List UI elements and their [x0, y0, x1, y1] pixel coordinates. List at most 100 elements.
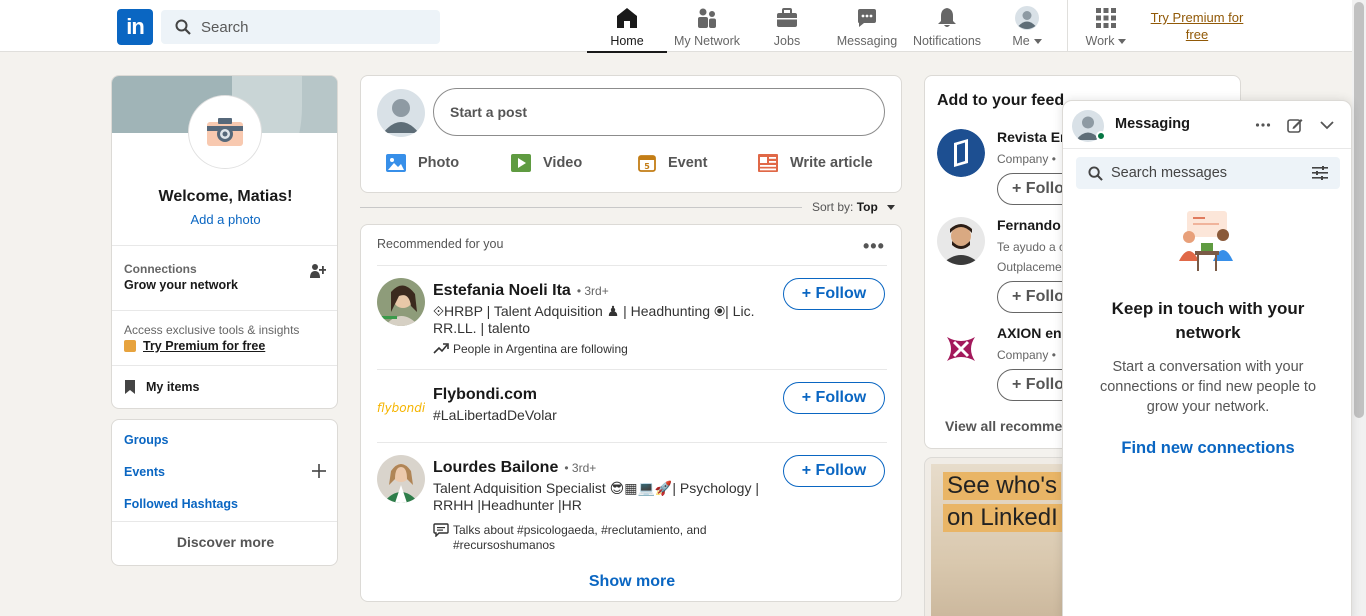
nav-work[interactable]: Work — [1068, 0, 1144, 52]
view-all-recommendations-link[interactable]: View all recomme — [945, 418, 1062, 434]
profile-photo[interactable] — [377, 278, 425, 326]
rec-headline: Talent Adquisition Specialist 😎▦💻🚀| Psyc… — [433, 480, 759, 513]
divider — [112, 245, 337, 246]
follow-button[interactable]: + Follow — [783, 455, 885, 487]
feed-name[interactable]: Fernando — [997, 217, 1061, 233]
nav-my-network-label: My Network — [674, 34, 740, 48]
groups-link[interactable]: Groups — [124, 433, 168, 447]
rec-insight: People in Argentina are following — [433, 342, 753, 357]
events-link[interactable]: Events — [124, 465, 165, 479]
show-more-button[interactable]: Show more — [361, 573, 901, 591]
rec-insight-text: People in Argentina are following — [453, 342, 628, 356]
followed-hashtags-link[interactable]: Followed Hashtags — [124, 497, 238, 511]
article-icon — [758, 154, 778, 172]
photo-icon — [386, 154, 406, 172]
network-icon — [698, 8, 716, 28]
my-items-label: My items — [146, 380, 200, 394]
company-logo[interactable]: flybondi — [377, 382, 425, 430]
recommendations-card: Recommended for you ••• Estefania Noeli … — [360, 224, 902, 602]
profile-photo-placeholder[interactable] — [189, 96, 261, 168]
add-connection-icon[interactable] — [310, 263, 326, 279]
bell-icon — [938, 8, 956, 27]
chevron-down-icon — [1033, 39, 1042, 45]
add-event-button[interactable] — [312, 464, 326, 478]
sort-dropdown[interactable]: Sort by: Top — [812, 200, 896, 214]
video-icon — [511, 154, 531, 172]
message-search-input[interactable]: Search messages — [1076, 157, 1340, 189]
scrollbar-thumb[interactable] — [1354, 2, 1364, 418]
start-post-label: Start a post — [450, 104, 528, 120]
nav-me[interactable]: Me — [987, 0, 1067, 52]
plus-icon — [312, 464, 326, 478]
write-article-label: Write article — [790, 155, 873, 171]
communities-card: Groups Events Followed Hashtags Discover… — [111, 419, 338, 566]
page-scrollbar[interactable] — [1352, 0, 1366, 616]
avatar — [1015, 6, 1039, 30]
more-options-icon[interactable]: ••• — [863, 236, 885, 257]
divider — [360, 207, 802, 208]
welcome-text[interactable]: Welcome, Matias! — [112, 188, 337, 206]
divider — [112, 365, 337, 366]
rec-name[interactable]: Lourdes Bailone • 3rd+ — [433, 459, 596, 477]
messaging-panel: Messaging Search messages Keep in touch … — [1062, 100, 1352, 616]
connections-title[interactable]: Connections — [124, 262, 197, 276]
add-photo-link[interactable]: Add a photo — [112, 212, 337, 227]
message-search-placeholder: Search messages — [1111, 165, 1228, 181]
nav-jobs-label: Jobs — [773, 34, 801, 48]
top-nav: in Search Home My Network Jobs Messaging… — [0, 0, 1352, 53]
company-logo[interactable] — [937, 325, 985, 373]
write-article-button[interactable]: Write article — [758, 154, 873, 172]
event-button[interactable]: 5 Event — [638, 154, 708, 172]
nav-me-label: Me — [1012, 34, 1030, 48]
chevron-down-icon[interactable] — [1319, 117, 1335, 133]
nav-my-network[interactable]: My Network — [667, 0, 747, 52]
photo-button[interactable]: Photo — [386, 154, 459, 172]
trending-icon — [433, 343, 449, 354]
messaging-header[interactable]: Messaging — [1063, 101, 1351, 149]
try-premium-link[interactable]: Try Premium for free — [1148, 9, 1246, 43]
company-logo[interactable] — [937, 129, 985, 177]
follow-button[interactable]: + Follow — [783, 278, 885, 310]
feed-subtitle: Company • — [997, 152, 1056, 166]
filter-icon[interactable] — [1312, 166, 1328, 180]
my-items-link[interactable]: My items — [124, 380, 200, 394]
try-premium-sidebar-link[interactable]: Try Premium for free — [124, 339, 265, 353]
rec-name[interactable]: Flybondi.com — [433, 386, 537, 404]
nav-notifications[interactable]: Notifications — [907, 0, 987, 52]
sort-row: Sort by: Top — [360, 198, 902, 218]
more-options-icon[interactable] — [1255, 117, 1271, 133]
profile-photo[interactable] — [377, 455, 425, 503]
try-premium-line1: Try Premium for — [1150, 10, 1244, 25]
linkedin-logo[interactable]: in — [117, 9, 153, 45]
chevron-down-icon — [1118, 39, 1127, 45]
rec-name-text: Estefania Noeli Ita — [433, 282, 571, 299]
nav-notifications-label: Notifications — [912, 34, 982, 48]
connections-subtitle[interactable]: Grow your network — [124, 278, 238, 292]
nav-messaging[interactable]: Messaging — [827, 0, 907, 52]
discover-more-button[interactable]: Discover more — [112, 534, 337, 550]
feed-name[interactable]: Revista Er — [997, 129, 1065, 145]
nav-jobs[interactable]: Jobs — [747, 0, 827, 52]
avatar[interactable] — [377, 89, 425, 137]
compose-icon[interactable] — [1287, 117, 1303, 133]
feed-title: Add to your feed — [937, 92, 1065, 109]
event-label: Event — [668, 155, 708, 171]
feed-name[interactable]: AXION en — [997, 325, 1062, 341]
follow-button[interactable]: + Follow — [783, 382, 885, 414]
rec-name[interactable]: Estefania Noeli Ita • 3rd+ — [433, 282, 609, 300]
flybondi-logo-text: flybondi — [377, 401, 425, 415]
photo-label: Photo — [418, 155, 460, 171]
start-post-button[interactable]: Start a post — [433, 88, 885, 136]
ad-headline-line2: on LinkedI — [943, 504, 1062, 532]
video-button[interactable]: Video — [511, 154, 582, 172]
search-icon — [175, 19, 191, 35]
nav-home[interactable]: Home — [587, 0, 667, 53]
connection-degree: • 3rd+ — [576, 284, 609, 298]
find-new-connections-link[interactable]: Find new connections — [1063, 439, 1351, 458]
profile-photo[interactable] — [937, 217, 985, 265]
profile-card: Welcome, Matias! Add a photo Connections… — [111, 75, 338, 409]
premium-access-text: Access exclusive tools & insights — [124, 323, 300, 337]
search-input[interactable]: Search — [161, 10, 440, 44]
nav-home-label: Home — [610, 34, 644, 48]
conversation-illustration — [1179, 211, 1233, 271]
